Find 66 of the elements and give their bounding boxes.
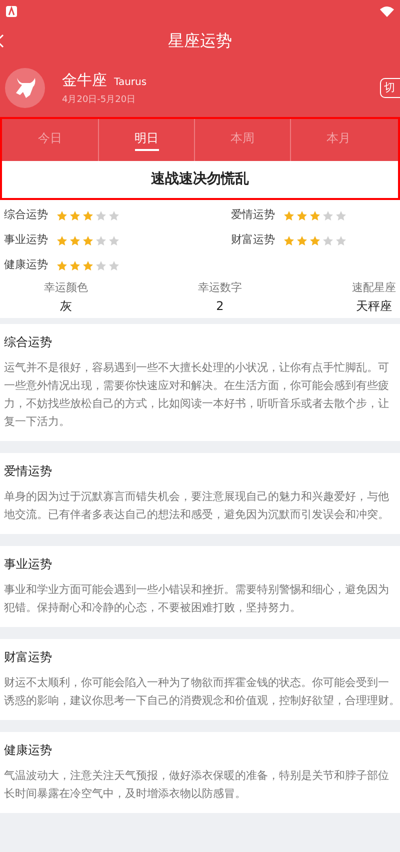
- daily-keyword: 速战速决勿慌乱: [151, 170, 249, 189]
- star-icon: [283, 234, 295, 246]
- star-icon: [108, 260, 120, 272]
- lucky-label: 幸运数字: [198, 280, 242, 296]
- section-title: 爱情运势: [4, 462, 53, 480]
- section-title: 事业运势: [4, 556, 53, 572]
- section-title: 财富运势: [4, 648, 53, 666]
- rating-label: 综合运势: [4, 207, 48, 224]
- paragraph-line: 一些意外情况出现，需要你快速应对和解决。在生活方面，你可能会感到有些疲: [4, 378, 389, 394]
- paragraph-line: 力，不妨找些放松自己的方式，比如阅读一本好书，听听音乐或者去散个步，让: [4, 396, 389, 412]
- period-tab[interactable]: 本月: [326, 129, 350, 151]
- paragraph-line: 地交流。已有伴者多表达自己的想法和感受，避免因为沉默而引发误会和冲突。: [4, 506, 389, 522]
- period-tab[interactable]: 本周: [230, 129, 254, 151]
- lucky-value: 2: [216, 298, 224, 314]
- star-icon: [335, 234, 347, 246]
- star-icon: [108, 234, 120, 246]
- rating-label: 事业运势: [4, 232, 48, 248]
- paragraph-line: 诱惑的影响，建议你思考一下自己的消费观念和价值观，控制好欲望，合理理财。: [4, 692, 400, 708]
- paragraph-line: 单身的因为过于沉默寡言而错失机会，要注意展现自己的魅力和兴趣爱好，与他: [4, 488, 389, 504]
- sign-name: 金牛座: [62, 70, 107, 91]
- rating-label: 爱情运势: [231, 207, 275, 224]
- star-icon: [322, 210, 334, 222]
- lucky-value: 灰: [60, 298, 72, 314]
- star-icon: [309, 210, 321, 222]
- paragraph-line: 气温波动大，注意关注天气预报，做好添衣保暖的准备，特别是关节和脖子部位: [4, 768, 389, 784]
- star-icon: [283, 210, 295, 222]
- bull-avatar-icon: [5, 68, 45, 108]
- lucky-label: 幸运颜色: [44, 280, 88, 296]
- paragraph-line: 犯错。保持耐心和冷静的心态，不要被困难打败，坚持努力。: [4, 600, 301, 616]
- star-icon: [95, 260, 107, 272]
- star-icon: [335, 210, 347, 222]
- star-icon: [56, 234, 68, 246]
- paragraph-line: 事业和学业方面可能会遇到一些小错误和挫折。需要特别警惕和细心，避免因为: [4, 582, 389, 598]
- star-icon: [296, 210, 308, 222]
- lucky-value: 天秤座: [356, 298, 392, 314]
- paragraph-line: 财运不太顺利，你可能会陷入一种为了物欲而挥霍金钱的状态。你可能会受到一: [4, 674, 389, 690]
- period-tab[interactable]: 明日: [134, 129, 158, 151]
- star-icon: [56, 260, 68, 272]
- star-icon: [108, 210, 120, 222]
- star-icon: [82, 260, 94, 272]
- section-title: 综合运势: [4, 334, 53, 350]
- rating-label: 财富运势: [231, 232, 275, 248]
- sign-latin-name: Taurus: [114, 76, 147, 90]
- paragraph-line: 长时间暴露在冷空气中，及时增添衣物以防感冒。: [4, 786, 246, 802]
- paragraph-line: 运气并不是很好，容易遇到一些不大擅长处理的小状况，让你有点手忙脚乱。可: [4, 360, 389, 376]
- star-icon: [296, 234, 308, 246]
- star-icon: [69, 260, 81, 272]
- star-icon: [95, 234, 107, 246]
- lucky-label: 速配星座: [352, 280, 396, 296]
- star-icon: [95, 210, 107, 222]
- period-tab[interactable]: 今日: [38, 129, 62, 151]
- section-title: 健康运势: [4, 742, 53, 758]
- page-title: 星座运势: [168, 30, 232, 52]
- star-icon: [69, 234, 81, 246]
- star-icon: [82, 234, 94, 246]
- star-icon: [56, 210, 68, 222]
- switch-button[interactable]: 切: [380, 78, 400, 98]
- star-icon: [82, 210, 94, 222]
- star-icon: [322, 234, 334, 246]
- star-icon: [69, 210, 81, 222]
- app-notification-icon: [6, 6, 17, 16]
- wifi-icon: [380, 6, 394, 16]
- sign-dates: 4月20日-5月20日: [62, 94, 137, 106]
- rating-label: 健康运势: [4, 257, 48, 274]
- paragraph-line: 复一下活力。: [4, 414, 70, 430]
- star-icon: [309, 234, 321, 246]
